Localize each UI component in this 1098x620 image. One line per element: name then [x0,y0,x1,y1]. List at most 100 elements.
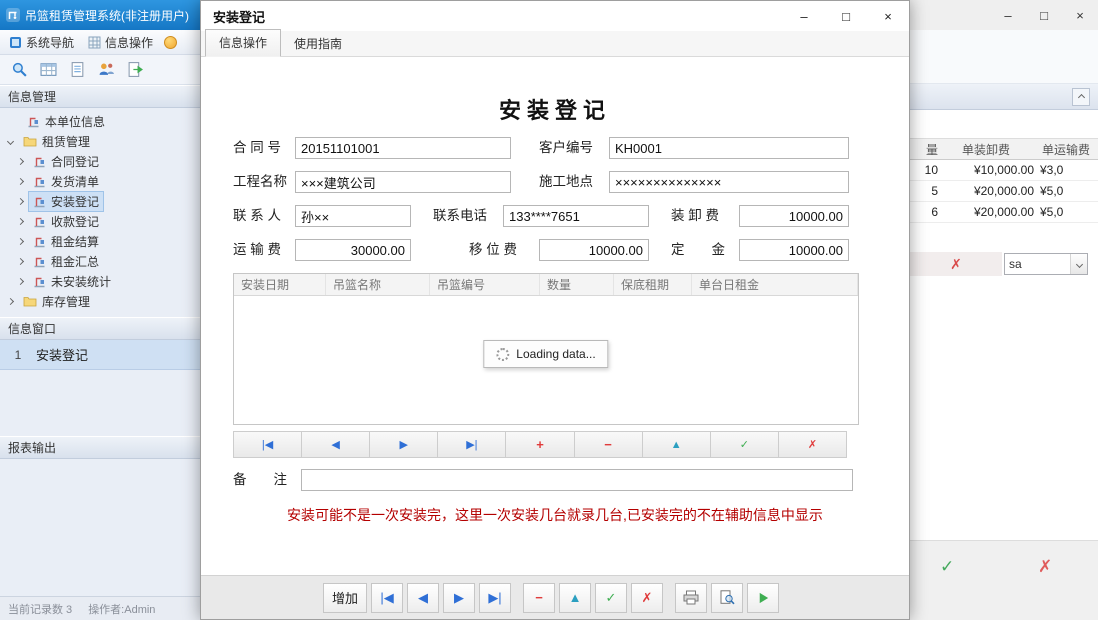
close-button[interactable]: × [1062,0,1098,30]
document-button[interactable] [66,59,88,81]
close-button[interactable]: × [867,1,909,31]
deposit-input[interactable] [739,239,849,261]
chevron-right-icon[interactable] [17,277,24,284]
table-row[interactable]: 10 ¥10,000.00 ¥3,0 [880,160,1098,181]
move-fee-input[interactable] [539,239,649,261]
spinner-icon [496,348,509,361]
grid-column-min-term[interactable]: 保底租期 [614,274,692,295]
deposit-label: 定 金 [671,237,731,263]
clear-filter-cell[interactable]: ✗ [910,252,1002,276]
contact-input[interactable] [295,205,411,227]
chevron-down-icon[interactable] [7,137,14,144]
section-header-report-output[interactable]: 报表输出 [0,436,200,459]
help-icon[interactable] [164,36,177,49]
tree-item-contract-register[interactable]: 合同登记 [0,151,200,171]
chevron-right-icon[interactable] [17,177,24,184]
chevron-right-icon[interactable] [17,237,24,244]
play-icon [756,591,770,605]
chevron-right-icon[interactable] [17,257,24,264]
tab-system-nav[interactable]: 系统导航 [4,32,79,53]
grid-column-install-date[interactable]: 安装日期 [234,274,326,295]
nav-post-button[interactable]: ✓ [710,431,779,458]
minimize-button[interactable]: – [990,0,1026,30]
search-button[interactable] [8,59,30,81]
toolbar-last-button[interactable]: ▶| [479,583,511,613]
nav-delete-button[interactable]: − [574,431,643,458]
grid-column-qty[interactable]: 数量 [540,274,614,295]
contract-no-input[interactable] [295,137,511,159]
tree-item-rent-summary[interactable]: 租金汇总 [0,251,200,271]
table-row[interactable]: 5 ¥20,000.00 ¥5,0 [880,181,1098,202]
column-header[interactable]: 单运输费 [1034,141,1098,158]
chevron-right-icon[interactable] [17,197,24,204]
tree-item-rent-settlement[interactable]: 租金结算 [0,231,200,251]
nav-last-button[interactable]: ▶| [437,431,506,458]
tab-info-operation[interactable]: 信息操作 [83,32,158,53]
form-row: 联 系 人 联系电话 装 卸 费 [201,203,909,229]
section-header-info-window[interactable]: 信息窗口 [0,317,200,340]
tree-item-company-info[interactable]: 本单位信息 [0,111,200,131]
toolbar-edit-button[interactable]: ▲ [559,583,591,613]
tab-user-guide[interactable]: 使用指南 [281,31,355,57]
toolbar-next-button[interactable]: ▶ [443,583,475,613]
site-input[interactable] [609,171,849,193]
nav-edit-button[interactable]: ▲ [642,431,711,458]
combobox-dropdown-button[interactable] [1070,254,1087,274]
chevron-right-icon[interactable] [17,157,24,164]
nav-insert-button[interactable]: + [505,431,574,458]
column-header[interactable]: 单装卸费 [938,141,1034,158]
grid-column-basket-name[interactable]: 吊篮名称 [326,274,430,295]
toolbar-cancel-button[interactable]: ✗ [631,583,663,613]
loading-fee-input[interactable] [739,205,849,227]
nav-first-button[interactable]: |◀ [233,431,302,458]
phone-input[interactable] [503,205,649,227]
add-button[interactable]: 增加 [323,583,367,613]
collapse-panel-button[interactable] [1072,88,1090,106]
remark-input[interactable] [301,469,853,491]
table-row[interactable]: 6 ¥20,000.00 ¥5,0 [880,202,1098,223]
tree-item-uninstalled-stats[interactable]: 未安装统计 [0,271,200,291]
folder-icon [23,295,37,307]
nav-next-button[interactable]: ▶ [369,431,438,458]
toolbar-delete-button[interactable]: − [523,583,555,613]
toolbar-prev-button[interactable]: ◀ [407,583,439,613]
nav-prev-button[interactable]: ◀ [301,431,370,458]
tree-folder-inventory-management[interactable]: 库存管理 [0,291,200,311]
filter-combobox[interactable]: sa [1004,253,1088,275]
cancel-x-icon[interactable]: ✗ [1038,557,1052,577]
grid-column-daily-rent[interactable]: 单台日租金 [692,274,858,295]
export-button[interactable] [124,59,146,81]
nav-cancel-button[interactable]: ✗ [778,431,847,458]
chevron-right-icon[interactable] [7,297,14,304]
print-button[interactable] [675,583,707,613]
open-window-item[interactable]: 1 安装登记 [0,340,200,370]
dialog-titlebar[interactable]: 安装登记 – □ × [201,1,909,31]
chevron-right-icon[interactable] [17,217,24,224]
toolbar-first-button[interactable]: |◀ [371,583,403,613]
customer-no-input[interactable] [609,137,849,159]
maximize-button[interactable]: □ [825,1,867,31]
grid-body: Loading data... [234,296,858,425]
maximize-button[interactable]: □ [1026,0,1062,30]
table-header-row[interactable]: 量 单装卸费 单运输费 [880,138,1098,160]
toolbar-post-button[interactable]: ✓ [595,583,627,613]
tree-item-install-register[interactable]: 安装登记 [0,191,200,211]
users-button[interactable] [95,59,117,81]
main-window-sidebar: 吊篮租赁管理系统(非注册用户) 系统导航 信息操作 信息管理 本单位信息 租赁管… [0,0,200,620]
section-header-info-management[interactable]: 信息管理 [0,85,200,108]
run-button[interactable] [747,583,779,613]
table-view-button[interactable] [37,59,59,81]
grid-column-basket-no[interactable]: 吊篮编号 [430,274,540,295]
project-name-input[interactable] [295,171,511,193]
confirm-check-icon[interactable]: ✓ [940,557,954,577]
tree-folder-rental-management[interactable]: 租赁管理 [0,131,200,151]
tab-info-operation[interactable]: 信息操作 [205,29,281,57]
minimize-button[interactable]: – [783,1,825,31]
transport-fee-input[interactable] [295,239,411,261]
contact-label: 联 系 人 [233,203,293,229]
dialog-content: 安装登记 合 同 号 客户编号 工程名称 施工地点 联 系 人 联系电话 装 卸… [201,57,909,575]
tree-item-delivery-list[interactable]: 发货清单 [0,171,200,191]
detail-grid[interactable]: 安装日期 吊篮名称 吊篮编号 数量 保底租期 单台日租金 Loading dat… [233,273,859,425]
tree-item-payment-register[interactable]: 收款登记 [0,211,200,231]
preview-button[interactable] [711,583,743,613]
